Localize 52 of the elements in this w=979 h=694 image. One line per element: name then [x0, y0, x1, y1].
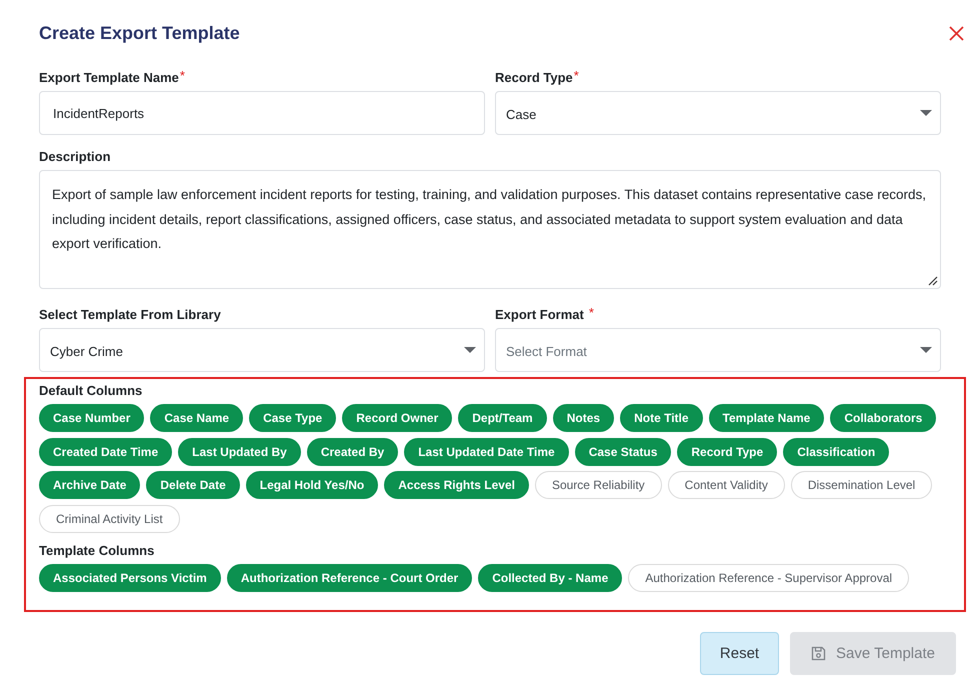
column-chip[interactable]: Legal Hold Yes/No: [246, 471, 378, 499]
reset-button[interactable]: Reset: [700, 632, 779, 674]
caret-icon: [464, 347, 476, 353]
close-icon: [949, 26, 964, 40]
column-chip[interactable]: Collected By - Name: [478, 564, 622, 592]
text-input[interactable]: IncidentReports: [39, 91, 485, 135]
field-label: Export Template Name: [39, 71, 179, 85]
column-chip[interactable]: Authorization Reference - Supervisor Approval: [628, 564, 910, 592]
column-chip[interactable]: Collaborators: [830, 404, 936, 432]
description-field[interactable]: Export of sample law enforcement incident reports for testing, training, and validation purposes. This dataset contains representative case records, including incident details, report classifications, assigned officers, case status, and associated metadata to support system evaluation and data export verification.: [39, 170, 941, 289]
column-chip[interactable]: Delete Date: [146, 471, 240, 499]
column-chip[interactable]: Dept/Team: [458, 404, 547, 432]
field-label: Description: [39, 150, 111, 164]
column-chip[interactable]: Created Date Time: [39, 438, 172, 466]
section-heading: Template Columns: [39, 544, 156, 558]
column-chip[interactable]: Last Updated By: [178, 438, 301, 466]
column-chip[interactable]: Archive Date: [39, 471, 140, 499]
save-icon: [811, 646, 826, 660]
column-chip[interactable]: Criminal Activity List: [39, 504, 180, 532]
required-mark: *: [180, 71, 185, 81]
close-button[interactable]: [949, 26, 964, 40]
column-chip[interactable]: Case Name: [150, 404, 244, 432]
field-label: Export Format: [495, 308, 584, 322]
column-chip[interactable]: Notes: [552, 404, 614, 432]
required-mark: *: [588, 308, 594, 318]
resize-handle-icon: [928, 276, 938, 286]
column-chip[interactable]: Source Reliability: [534, 471, 662, 499]
field-label: Record Type: [495, 71, 573, 85]
column-chip[interactable]: Case Number: [39, 404, 144, 432]
column-chip[interactable]: Created By: [306, 438, 398, 466]
field-label: Select Template From Library: [39, 308, 221, 322]
column-chip[interactable]: Template Name: [708, 404, 824, 432]
column-chip[interactable]: Associated Persons Victim: [39, 564, 221, 592]
dropdown[interactable]: Cyber Crime: [39, 328, 485, 372]
column-chip[interactable]: Content Validity: [668, 471, 785, 499]
column-chip[interactable]: Authorization Reference - Court Order: [226, 564, 472, 592]
column-chip[interactable]: Access Rights Level: [384, 471, 529, 499]
column-chip[interactable]: Case Type: [249, 404, 336, 432]
column-chip[interactable]: Case Status: [574, 438, 672, 466]
caret-icon: [920, 110, 932, 116]
dialog-title: Create Export Template: [39, 22, 240, 44]
section-heading: Default Columns: [39, 384, 144, 398]
dropdown[interactable]: Case: [495, 91, 941, 135]
column-chip[interactable]: Dissemination Level: [790, 471, 932, 499]
column-chip[interactable]: Last Updated Date Time: [404, 438, 569, 466]
column-chip[interactable]: Classification: [783, 438, 890, 466]
required-mark: *: [574, 71, 579, 81]
caret-icon: [920, 347, 932, 353]
column-chip[interactable]: Record Type: [677, 438, 778, 466]
column-chip[interactable]: Note Title: [620, 404, 703, 432]
column-chip[interactable]: Record Owner: [342, 404, 452, 432]
dropdown[interactable]: Select Format: [495, 328, 941, 372]
